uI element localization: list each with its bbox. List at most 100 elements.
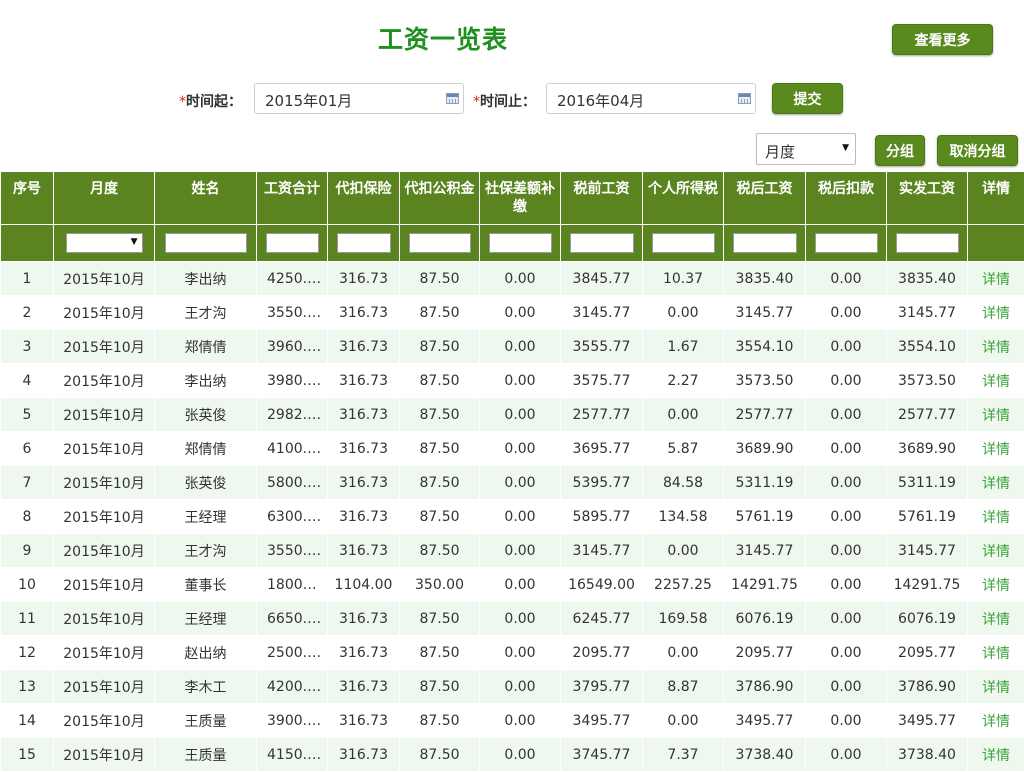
detail-link[interactable]: 详情 (982, 306, 1010, 322)
table-cell: 87.50 (400, 432, 480, 466)
detail-link[interactable]: 详情 (982, 680, 1010, 696)
tax-filter-input[interactable] (652, 233, 715, 253)
submit-button[interactable]: 提交 (772, 83, 843, 114)
period-select[interactable]: 月度 ▼ (756, 133, 856, 165)
table-cell: 2577.77 (724, 398, 806, 432)
table-row: 82015年10月王经理6300.00316.7387.500.005895.7… (1, 500, 1024, 534)
table-cell: 3980.00 (257, 364, 328, 398)
detail-link[interactable]: 详情 (982, 544, 1010, 560)
insurance-filter-input[interactable] (337, 233, 391, 253)
detail-link[interactable]: 详情 (982, 510, 1010, 526)
table-cell: 0.00 (806, 466, 887, 500)
filter-cell-fund (400, 225, 480, 262)
table-cell: 2 (1, 296, 54, 330)
table-cell: 2015年10月 (54, 534, 155, 568)
end-date-input[interactable]: 2016年04月 (546, 83, 756, 114)
detail-cell: 详情 (968, 432, 1024, 466)
required-mark: * (179, 94, 186, 110)
detail-link[interactable]: 详情 (982, 374, 1010, 390)
table-row: 42015年10月李出纳3980.00316.7387.500.003575.7… (1, 364, 1024, 398)
detail-link[interactable]: 详情 (982, 748, 1010, 764)
filter-cell-month: ▼ (54, 225, 155, 262)
calendar-icon[interactable] (738, 93, 751, 104)
table-cell: 0.00 (480, 398, 561, 432)
detail-link[interactable]: 详情 (982, 408, 1010, 424)
table-cell: 3689.90 (887, 432, 968, 466)
table-cell: 5895.77 (561, 500, 643, 534)
table-cell: 16549.00 (561, 568, 643, 602)
table-cell: 0.00 (480, 500, 561, 534)
table-cell: 李出纳 (155, 364, 257, 398)
view-more-button[interactable]: 查看更多 (892, 24, 993, 55)
table-cell: 3145.77 (724, 296, 806, 330)
total-filter-input[interactable] (266, 233, 319, 253)
ungroup-button[interactable]: 取消分组 (937, 135, 1018, 166)
group-button[interactable]: 分组 (875, 135, 925, 166)
detail-link[interactable]: 详情 (982, 340, 1010, 356)
dropdown-arrow-icon: ▼ (842, 143, 849, 153)
table-cell: 5311.19 (724, 466, 806, 500)
detail-link[interactable]: 详情 (982, 272, 1010, 288)
period-select-value: 月度 (765, 143, 795, 161)
start-time-label: *时间起： (179, 91, 242, 111)
table-cell: 3145.77 (887, 296, 968, 330)
table-cell: 0.00 (806, 568, 887, 602)
name-filter-input[interactable] (165, 233, 247, 253)
table-cell: 0.00 (806, 262, 887, 296)
table-cell: 2015年10月 (54, 296, 155, 330)
table-cell: 0.00 (480, 330, 561, 364)
table-cell: 李出纳 (155, 262, 257, 296)
table-cell: 9 (1, 534, 54, 568)
detail-cell: 详情 (968, 398, 1024, 432)
table-cell: 0.00 (480, 534, 561, 568)
pretax-filter-input[interactable] (570, 233, 634, 253)
detail-link[interactable]: 详情 (982, 476, 1010, 492)
filter-cell-empty (1, 225, 54, 262)
column-header: 详情 (968, 172, 1024, 225)
table-cell: 3738.40 (724, 738, 806, 772)
table-cell: 2015年10月 (54, 670, 155, 704)
aftertax-filter-input[interactable] (733, 233, 797, 253)
table-cell: 2015年10月 (54, 364, 155, 398)
table-cell: 2015年10月 (54, 568, 155, 602)
social-filter-input[interactable] (489, 233, 552, 253)
table-row: 72015年10月张英俊5800.00316.7387.500.005395.7… (1, 466, 1024, 500)
calendar-icon[interactable] (446, 93, 459, 104)
detail-link[interactable]: 详情 (982, 714, 1010, 730)
start-date-value: 2015年01月 (265, 92, 352, 110)
table-cell: 316.73 (328, 466, 400, 500)
detail-link[interactable]: 详情 (982, 646, 1010, 662)
table-cell: 0.00 (643, 534, 724, 568)
table-cell: 3145.77 (724, 534, 806, 568)
table-cell: 3554.10 (724, 330, 806, 364)
table-cell: 0.00 (480, 704, 561, 738)
salary-table: 序号月度姓名工资合计代扣保险代扣公积金社保差额补缴税前工资个人所得税税后工资税后… (0, 171, 1024, 772)
net-filter-input[interactable] (896, 233, 959, 253)
detail-link[interactable]: 详情 (982, 612, 1010, 628)
table-cell: 3786.90 (887, 670, 968, 704)
detail-link[interactable]: 详情 (982, 442, 1010, 458)
column-header: 税后扣款 (806, 172, 887, 225)
end-time-label: *时间止： (473, 91, 536, 111)
table-row: 152015年10月王质量4150.00316.7387.500.003745.… (1, 738, 1024, 772)
filter-cell-pretax (561, 225, 643, 262)
table-cell: 316.73 (328, 364, 400, 398)
table-cell: 11 (1, 602, 54, 636)
table-cell: 87.50 (400, 330, 480, 364)
table-cell: 郑倩倩 (155, 330, 257, 364)
detail-link[interactable]: 详情 (982, 578, 1010, 594)
column-header: 税前工资 (561, 172, 643, 225)
table-cell: 87.50 (400, 704, 480, 738)
column-header: 个人所得税 (643, 172, 724, 225)
table-row: 12015年10月李出纳4250.00316.7387.500.003845.7… (1, 262, 1024, 296)
table-row: 52015年10月张英俊2982.00316.7387.500.002577.7… (1, 398, 1024, 432)
fund-filter-input[interactable] (409, 233, 471, 253)
table-row: 92015年10月王才沟3550.00316.7387.500.003145.7… (1, 534, 1024, 568)
start-date-input[interactable]: 2015年01月 (254, 83, 464, 114)
deduction-filter-input[interactable] (815, 233, 878, 253)
table-cell: 2095.77 (724, 636, 806, 670)
month-filter-select[interactable]: ▼ (66, 233, 143, 253)
table-cell: 3555.77 (561, 330, 643, 364)
detail-cell: 详情 (968, 636, 1024, 670)
table-body: 12015年10月李出纳4250.00316.7387.500.003845.7… (1, 262, 1024, 772)
